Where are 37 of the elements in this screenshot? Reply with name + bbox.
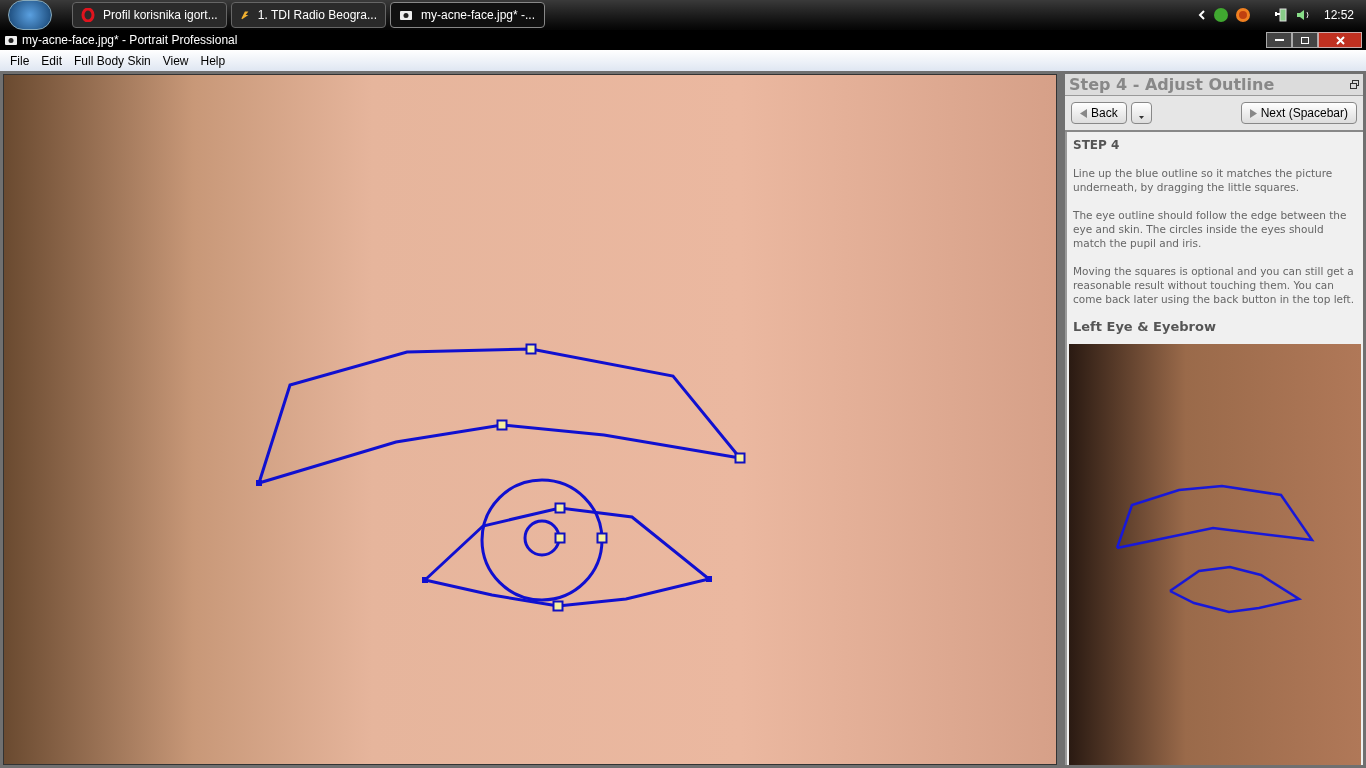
menu-item[interactable]: File — [4, 51, 36, 70]
close-icon — [1335, 35, 1345, 45]
tray-app-icon[interactable] — [1213, 8, 1228, 22]
menu-item[interactable]: View — [156, 51, 195, 70]
battery-plug-icon[interactable] — [1273, 8, 1288, 22]
restore-icon[interactable] — [1350, 80, 1359, 89]
tray-ring-icon[interactable] — [1235, 8, 1250, 22]
menu-item[interactable]: Edit — [35, 51, 69, 70]
taskbar-button[interactable]: 1. TDI Radio Beogra... — [231, 2, 386, 28]
speaker-icon[interactable] — [1295, 8, 1312, 22]
instruction-paragraph: Line up the blue outline so it matches the picture underneath, by dragging the little squares. — [1073, 166, 1334, 194]
next-button[interactable]: Next (Spacebar) — [1240, 102, 1357, 124]
back-button[interactable]: Back — [1071, 102, 1127, 124]
left-triangle-icon — [1080, 108, 1087, 118]
close-button[interactable] — [1318, 32, 1362, 48]
instruction-paragraph: Moving the squares is optional and you can still get a reasonable result without touching them. You can come back later using the back button in the top left. — [1073, 264, 1355, 306]
taskbar-button[interactable]: Profil korisnika igort... — [72, 2, 227, 28]
chevron-left-icon[interactable] — [1197, 10, 1206, 20]
taskbar-button[interactable]: my-acne-face.jpg* -... — [390, 2, 545, 28]
right-triangle-icon — [1249, 108, 1257, 118]
step-heading: STEP 4 — [1073, 138, 1121, 152]
restore-button[interactable] — [1292, 32, 1318, 48]
camera-icon — [399, 9, 413, 21]
camera-icon — [4, 34, 18, 46]
o-logo-icon — [81, 8, 95, 22]
lightning-icon — [240, 8, 250, 22]
menu-item[interactable]: Help — [194, 51, 232, 70]
panel-title: Step 4 - Adjust Outline — [1069, 73, 1276, 96]
menu-item[interactable]: Full Body Skin — [68, 51, 157, 70]
clock-time[interactable]: 12:52 — [1323, 6, 1354, 24]
start-button[interactable] — [8, 0, 52, 30]
caret-icon — [1138, 116, 1144, 119]
minimize-button[interactable] — [1266, 32, 1292, 48]
instruction-paragraph: The eye outline should follow the edge between the eye and skin. The circles inside the eyes should match the pupil and iris. — [1073, 208, 1348, 250]
section-heading: Left Eye & Eyebrow — [1073, 320, 1217, 334]
window-title: my-acne-face.jpg* - Portrait Professional — [22, 32, 238, 49]
dropdown-button[interactable] — [1130, 102, 1152, 124]
